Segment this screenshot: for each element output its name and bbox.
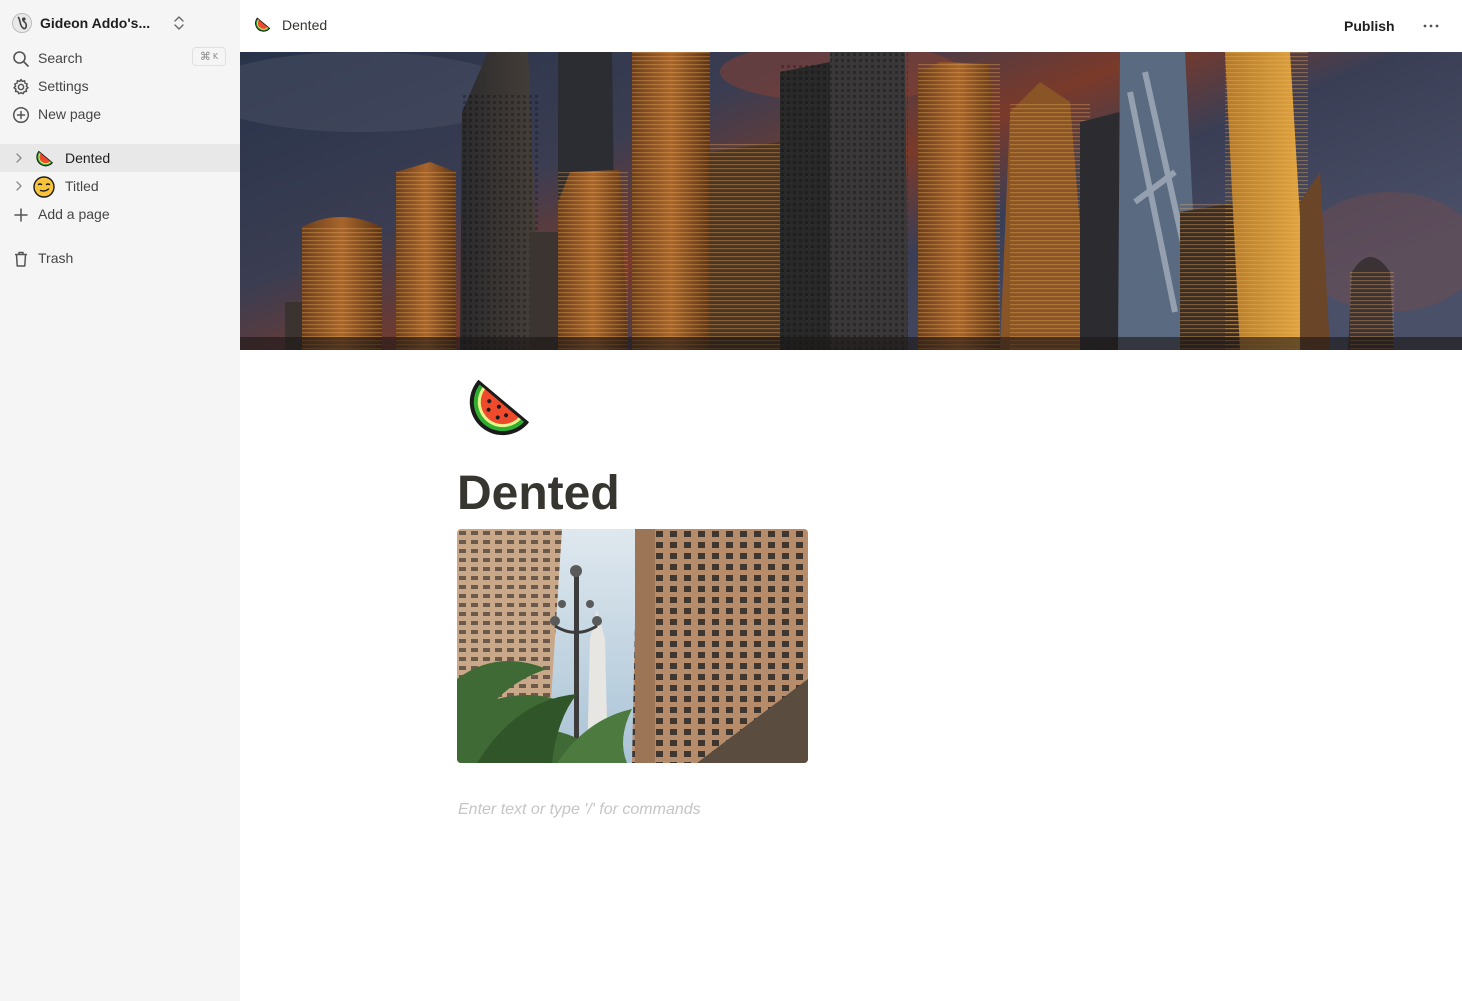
gear-icon (13, 78, 29, 95)
page-icon-watermelon[interactable] (458, 370, 536, 448)
new-page-label: New page (38, 106, 102, 122)
smirking-face-emoji (33, 176, 55, 198)
chevron-right-icon[interactable] (13, 180, 25, 192)
image-block[interactable] (457, 529, 808, 763)
editor-placeholder[interactable]: Enter text or type '/' for commands (458, 801, 701, 819)
publish-button[interactable]: Publish (1332, 14, 1407, 38)
sidebar-settings[interactable]: Settings (0, 72, 240, 100)
search-label: Search (38, 50, 83, 66)
workspace-avatar (12, 13, 32, 33)
sidebar-page-dented[interactable]: Dented (0, 144, 240, 172)
plus-circle-icon (12, 106, 30, 124)
city-skyline-image (240, 52, 1462, 350)
settings-label: Settings (38, 78, 89, 94)
sidebar-trash[interactable]: Trash (0, 244, 240, 272)
sidebar-new-page[interactable]: New page (0, 100, 240, 128)
search-shortcut-badge: ⌘ K (192, 47, 226, 66)
cover-image[interactable] (240, 52, 1462, 350)
workspace-name: Gideon Addo's... (40, 15, 151, 31)
trash-icon (15, 251, 27, 267)
ellipsis-icon[interactable] (1420, 16, 1442, 36)
breadcrumb-label: Dented (282, 17, 328, 33)
plus-icon (14, 208, 28, 222)
sidebar-add-page[interactable]: Add a page (0, 200, 240, 228)
sidebar-page-titled[interactable]: Titled (0, 172, 240, 200)
shortcut-key: K (212, 52, 219, 61)
chevron-up-down-icon[interactable] (172, 15, 186, 31)
add-page-label: Add a page (38, 206, 110, 222)
sidebar: Gideon Addo's... Search ⌘ K Settings New … (0, 0, 240, 1001)
top-bar: Dented Publish (240, 0, 1462, 52)
chevron-right-icon[interactable] (13, 152, 25, 164)
watermelon-emoji (255, 17, 271, 32)
street-photo-image (457, 529, 808, 763)
trash-label: Trash (38, 250, 74, 266)
search-icon (13, 51, 29, 67)
command-key-symbol: ⌘ (199, 50, 211, 63)
workspace-switcher[interactable]: Gideon Addo's... (12, 12, 230, 34)
sidebar-page-label: Dented (65, 150, 111, 166)
breadcrumb[interactable]: Dented (252, 15, 327, 35)
watermelon-emoji (36, 150, 54, 167)
page-title[interactable]: Dented (457, 466, 620, 522)
sidebar-page-label: Titled (65, 178, 99, 194)
sidebar-search[interactable]: Search ⌘ K (0, 44, 240, 72)
